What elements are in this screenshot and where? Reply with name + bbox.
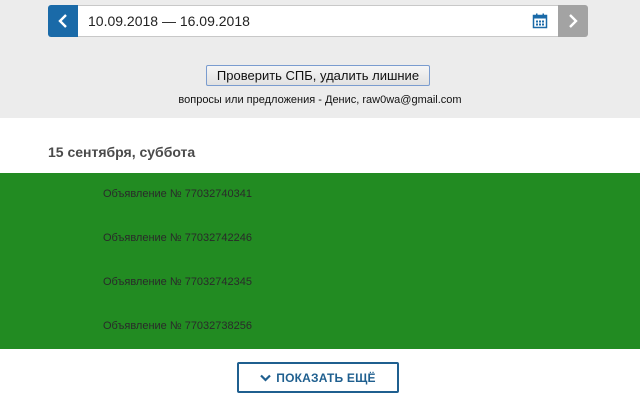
calendar-icon[interactable] <box>532 13 548 29</box>
check-spb-button[interactable]: Проверить СПБ, удалить лишние <box>206 65 430 86</box>
date-range-value: 10.09.2018 — 16.09.2018 <box>88 13 250 29</box>
list-item[interactable]: Объявление № 77032738256 <box>103 320 252 332</box>
day-heading: 15 сентября, суббота <box>48 144 196 160</box>
next-week-button[interactable] <box>558 5 588 37</box>
chevron-left-icon <box>58 14 67 28</box>
date-range-input[interactable]: 10.09.2018 — 16.09.2018 <box>78 5 558 37</box>
show-more-label: ПОКАЗАТЬ ЕЩЁ <box>276 370 376 385</box>
chevron-down-icon <box>260 374 272 382</box>
contact-info: вопросы или предложения - Денис, raw0wa@… <box>178 94 462 106</box>
prev-week-button[interactable] <box>48 5 78 37</box>
list-item[interactable]: Объявление № 77032742345 <box>103 276 252 288</box>
show-more-button[interactable]: ПОКАЗАТЬ ЕЩЁ <box>237 362 399 393</box>
top-panel: 10.09.2018 — 16.09.2018 Проверить СПБ, у… <box>0 0 640 118</box>
list-item[interactable]: Объявление № 77032742246 <box>103 232 252 244</box>
list-item[interactable]: Объявление № 77032740341 <box>103 188 252 200</box>
chevron-right-icon <box>569 14 578 28</box>
ads-list: Объявление № 77032740341 Объявление № 77… <box>0 173 640 349</box>
date-range-picker: 10.09.2018 — 16.09.2018 <box>48 5 588 37</box>
